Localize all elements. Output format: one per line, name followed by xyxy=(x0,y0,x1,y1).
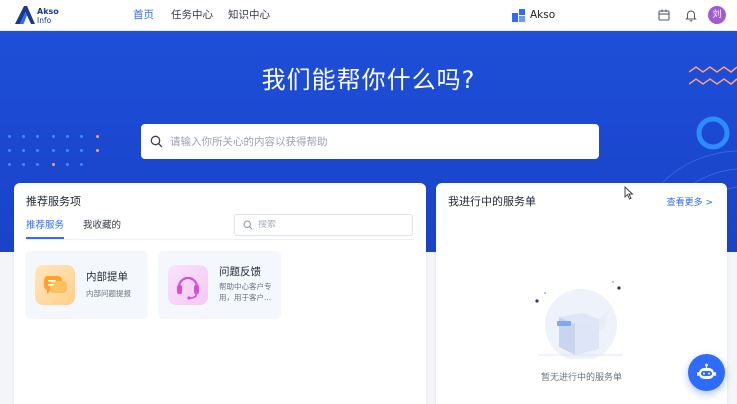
robot-assistant-icon xyxy=(697,363,716,379)
search-icon xyxy=(150,135,163,148)
user-avatar[interactable]: 刘 xyxy=(708,6,726,24)
logo-subtext: Info xyxy=(37,16,52,25)
my-tickets-title: 我进行中的服务单 xyxy=(448,195,536,208)
help-search-input[interactable] xyxy=(170,135,570,148)
service-search-input[interactable] xyxy=(258,220,408,230)
bell-icon[interactable] xyxy=(684,8,698,22)
logo-mark-icon xyxy=(15,6,35,24)
tab-favorites[interactable]: 我收藏的 xyxy=(83,219,121,233)
empty-state-text: 暂无进行中的服务单 xyxy=(540,373,622,383)
recommend-tabs: 推荐服务 我收藏的 xyxy=(26,219,140,239)
assistant-floating-button[interactable] xyxy=(688,354,725,391)
service-title: 问题反馈 xyxy=(219,266,261,278)
akso-logo[interactable]: Akso Info xyxy=(14,5,64,27)
nav-home[interactable]: 首页 xyxy=(133,8,154,22)
zigzag-decoration-icon xyxy=(689,66,737,85)
top-nav: Akso Info 首页 任务中心 知识中心 Akso 刘 xyxy=(0,0,737,31)
tab-divider xyxy=(26,239,414,240)
logo-text: Akso xyxy=(37,7,59,16)
tenant-icon xyxy=(512,8,525,22)
search-icon xyxy=(243,220,253,230)
service-item-issue-feedback[interactable]: 问题反馈 帮助中心客户专用，用于客户... xyxy=(158,251,281,319)
nav-knowledge-center[interactable]: 知识中心 xyxy=(228,8,270,22)
service-item-internal-ticket[interactable]: 内部提单 内部问题提报 xyxy=(25,251,148,319)
headset-icon xyxy=(168,265,208,305)
tab-recommended[interactable]: 推荐服务 xyxy=(26,219,65,239)
tenant-switcher[interactable]: Akso xyxy=(512,8,555,22)
recommended-services-card: 推荐服务项 推荐服务 我收藏的 内部提单 内部问题提报 xyxy=(14,183,426,404)
my-tickets-card: 我进行中的服务单 查看更多 > 暂无进行中的服务单 xyxy=(436,183,727,404)
nav-task-center[interactable]: 任务中心 xyxy=(171,8,213,22)
chat-bubble-icon xyxy=(35,265,75,305)
service-description: 内部问题提报 xyxy=(86,289,131,298)
view-more-link[interactable]: 查看更多 > xyxy=(667,197,713,209)
calendar-icon[interactable] xyxy=(657,8,671,22)
recommended-services-title: 推荐服务项 xyxy=(26,195,81,208)
service-title: 内部提单 xyxy=(86,271,128,283)
mouse-cursor-icon xyxy=(624,186,634,200)
tenant-name: Akso xyxy=(530,9,556,21)
help-search-box[interactable] xyxy=(141,124,599,159)
service-description: 帮助中心客户专用，用于客户... xyxy=(219,282,272,302)
hero-title: 我们能帮你什么吗? xyxy=(261,66,476,94)
empty-box-illustration-icon xyxy=(535,281,623,359)
service-search-box[interactable] xyxy=(234,214,413,236)
